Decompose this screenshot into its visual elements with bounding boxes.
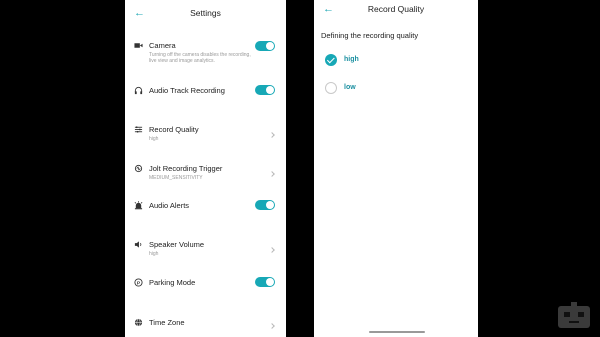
settings-row-audio-alerts[interactable]: Audio Alerts — [125, 200, 286, 213]
audio-alerts-toggle[interactable] — [255, 200, 275, 210]
chevron-right-icon — [269, 171, 275, 177]
chevron-right-icon — [269, 247, 275, 253]
settings-row-jolt-recording-trigger[interactable]: Jolt Recording Trigger MEDIUM_SENSITIVIT… — [125, 164, 286, 186]
sliders-icon — [134, 126, 143, 133]
settings-row-label: Audio Alerts — [149, 201, 190, 210]
page-title: Settings — [190, 8, 221, 18]
page-title: Record Quality — [367, 4, 425, 14]
settings-row-label: Time Zone — [149, 318, 185, 327]
parking-mode-toggle[interactable] — [255, 277, 275, 287]
settings-row-speaker-volume[interactable]: Speaker Volume high — [125, 240, 286, 262]
parking-icon: P — [134, 278, 143, 287]
home-indicator — [369, 331, 425, 333]
settings-row-label: Audio Track Recording — [149, 86, 225, 95]
alarm-bell-icon — [134, 201, 143, 210]
chevron-right-icon — [269, 323, 275, 329]
speaker-icon — [134, 241, 142, 248]
settings-row-label: Parking Mode — [149, 278, 196, 287]
settings-row-label: Camera — [149, 41, 176, 50]
headphones-icon — [134, 86, 143, 95]
settings-row-value: high — [149, 251, 159, 257]
settings-row-audio-track-recording[interactable]: Audio Track Recording — [125, 85, 286, 98]
settings-row-label: Speaker Volume — [149, 240, 205, 249]
quality-option-high[interactable]: high — [325, 54, 465, 68]
record-quality-screen: ← Record Quality Defining the recording … — [314, 0, 478, 337]
chevron-right-icon — [269, 132, 275, 138]
section-heading: Defining the recording quality — [321, 31, 419, 40]
audio-track-recording-toggle[interactable] — [255, 85, 275, 95]
settings-row-time-zone[interactable]: Time Zone — [125, 318, 286, 334]
quality-option-low[interactable]: low — [325, 82, 465, 96]
settings-row-label: Jolt Recording Trigger — [149, 164, 223, 173]
settings-row-value: high — [149, 136, 159, 142]
robot-logo-icon — [558, 302, 590, 328]
video-camera-icon — [134, 43, 143, 48]
quality-option-label: low — [344, 84, 356, 91]
radio-checked-icon[interactable] — [325, 54, 337, 66]
settings-row-record-quality[interactable]: Record Quality high — [125, 125, 286, 147]
globe-icon — [134, 318, 143, 327]
vibration-icon — [134, 164, 143, 173]
camera-toggle[interactable] — [255, 41, 275, 51]
radio-unchecked-icon[interactable] — [325, 82, 337, 94]
settings-row-camera[interactable]: Camera Turning off the camera disables t… — [125, 41, 286, 71]
settings-row-label: Record Quality — [149, 125, 199, 134]
settings-row-description-line2: live view and image analytics. — [149, 58, 215, 64]
quality-option-label: high — [344, 56, 359, 63]
settings-screen: ← Settings Camera Turning off the camera… — [125, 0, 286, 337]
settings-row-value: MEDIUM_SENSITIVITY — [149, 175, 203, 181]
settings-row-parking-mode[interactable]: P Parking Mode — [125, 277, 286, 290]
